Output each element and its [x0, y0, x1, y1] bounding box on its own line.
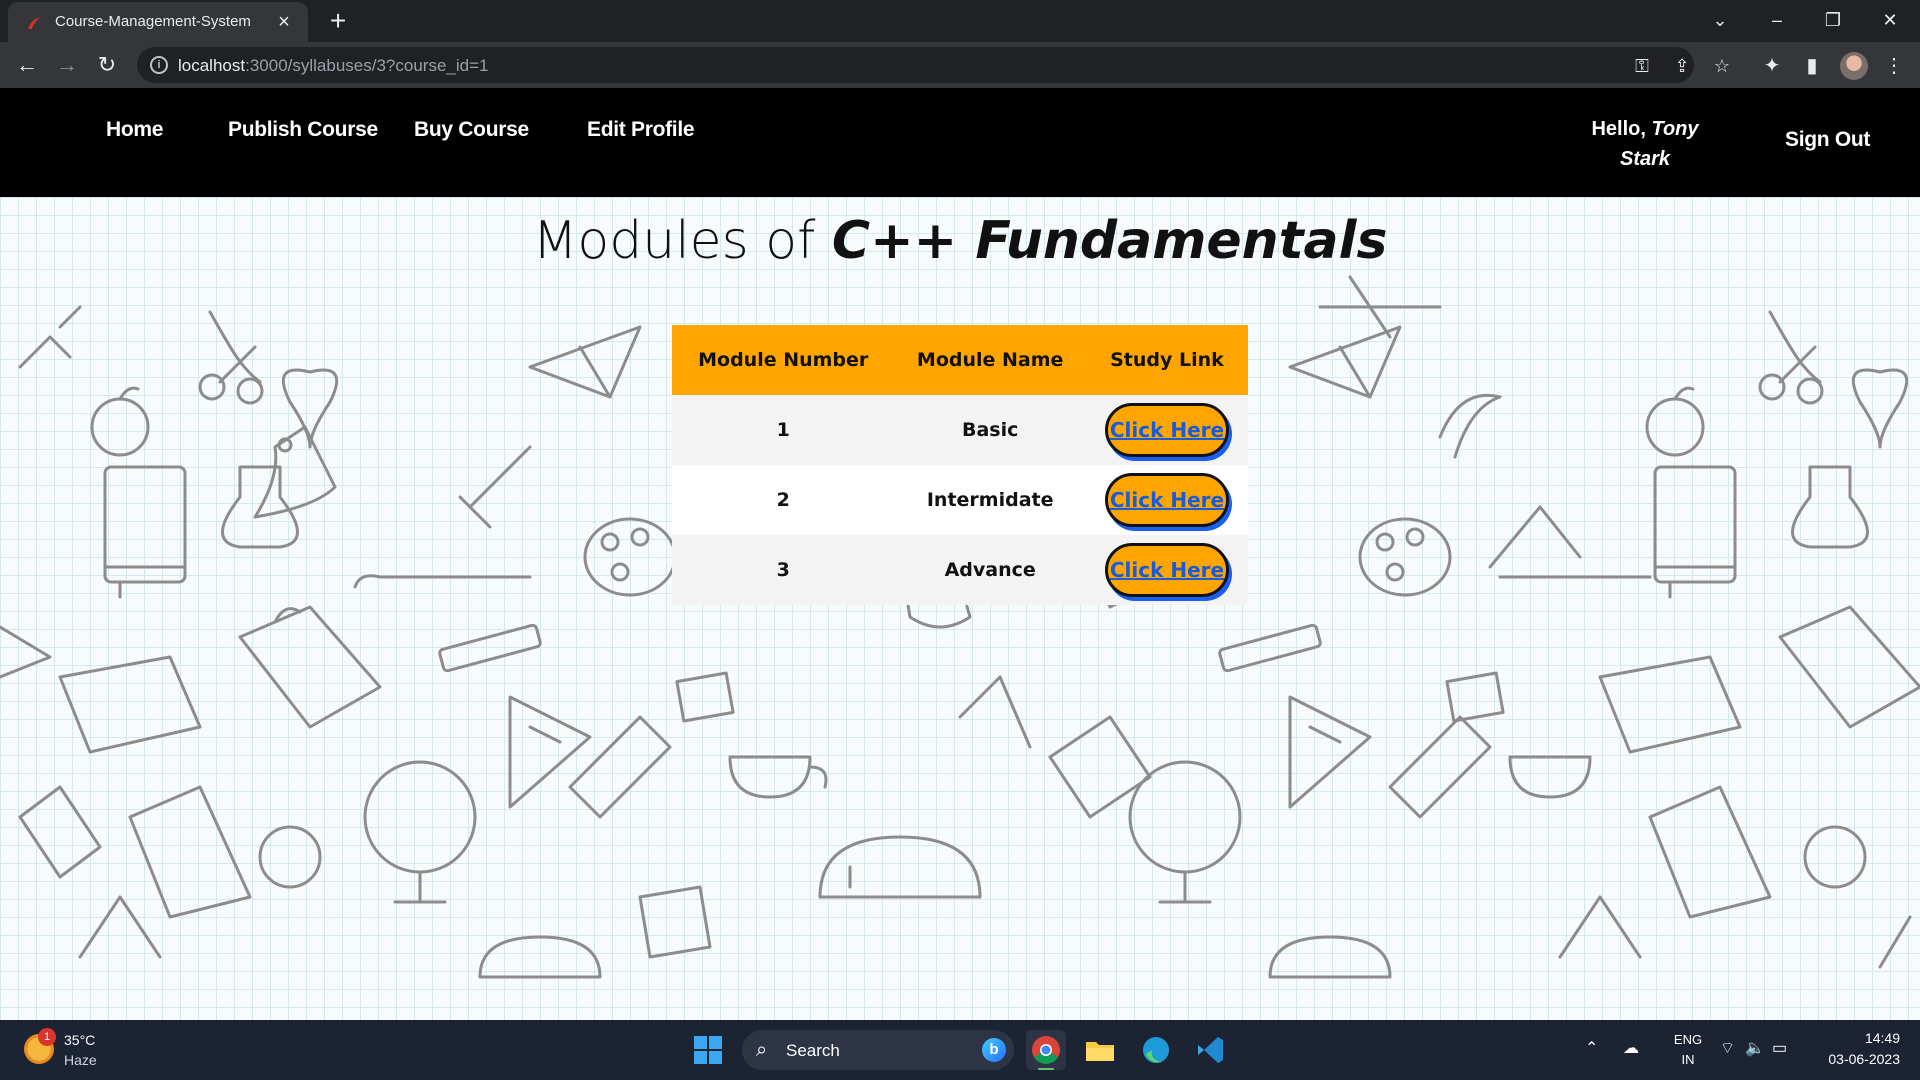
module-name-cell: Intermidate	[894, 465, 1086, 535]
url-text[interactable]: localhost:3000/syllabuses/3?course_id=1	[178, 56, 488, 76]
close-window-button[interactable]: ✕	[1865, 0, 1915, 40]
module-name-cell: Advance	[894, 535, 1086, 605]
bing-icon[interactable]: b	[982, 1038, 1006, 1062]
nav-buy-course-link[interactable]: Buy Course	[414, 118, 529, 142]
sign-out-link[interactable]: Sign Out	[1785, 128, 1870, 152]
school-doodle-background	[0, 275, 1920, 979]
extensions-icon[interactable]: ✦	[1760, 54, 1784, 78]
header-module-number: Module Number	[672, 325, 895, 395]
study-link-cell: Click Here	[1085, 395, 1248, 465]
language-code: ENG	[1673, 1032, 1703, 1047]
bookmark-star-icon[interactable]: ☆	[1711, 55, 1733, 77]
restore-button[interactable]: ❐	[1808, 0, 1858, 40]
onedrive-icon[interactable]: ☁	[1623, 1038, 1639, 1058]
search-label: Search	[786, 1041, 840, 1060]
language-indicator[interactable]: ENG IN	[1668, 1030, 1708, 1070]
reload-icon[interactable]: ↻	[93, 51, 121, 79]
main-content: Modules of C++ Fundamentals Module Numbe…	[0, 197, 1920, 1020]
vscode-icon[interactable]	[1190, 1030, 1230, 1070]
nav-publish-course-link[interactable]: Publish Course	[228, 118, 378, 142]
course-name: C++ Fundamentals	[831, 211, 1388, 271]
rails-favicon-icon	[28, 17, 40, 29]
header-study-link: Study Link	[1085, 325, 1248, 395]
tray-overflow-chevron-icon[interactable]: ⌃	[1585, 1038, 1598, 1058]
side-panel-icon[interactable]: ▮	[1800, 54, 1824, 78]
profile-avatar[interactable]	[1840, 52, 1868, 80]
file-explorer-icon[interactable]	[1080, 1030, 1120, 1070]
site-info-icon[interactable]: i	[150, 56, 168, 74]
browser-tab[interactable]: Course-Management-System ×	[8, 2, 308, 42]
windows-start-icon[interactable]	[694, 1036, 722, 1064]
greeting-prefix: Hello,	[1591, 118, 1646, 140]
title-prefix: Modules of	[532, 211, 816, 271]
wifi-icon[interactable]: ⌔	[1720, 1038, 1735, 1058]
tab-title: Course-Management-System	[55, 13, 251, 30]
new-tab-button[interactable]: +	[323, 6, 353, 36]
click-here-button[interactable]: Click Here	[1104, 473, 1229, 527]
browser-menu-icon[interactable]: ⋮	[1882, 54, 1906, 78]
nav-edit-profile-link[interactable]: Edit Profile	[587, 118, 695, 142]
battery-icon[interactable]: ▭	[1772, 1038, 1787, 1058]
click-here-button[interactable]: Click Here	[1104, 543, 1229, 597]
browser-toolbar: ← → ↻ i localhost:3000/syllabuses/3?cour…	[0, 42, 1920, 88]
study-link-cell: Click Here	[1085, 465, 1248, 535]
clock-date[interactable]: 03-06-2023	[1810, 1051, 1900, 1067]
back-arrow-icon[interactable]: ←	[13, 51, 41, 79]
site-header: Home Publish Course Buy Course Edit Prof…	[0, 88, 1920, 197]
minimize-button[interactable]: –	[1752, 0, 1802, 40]
tab-close-icon[interactable]: ×	[272, 10, 296, 34]
share-icon[interactable]: ⇪	[1671, 55, 1693, 77]
study-link-cell: Click Here	[1085, 535, 1248, 605]
click-here-button[interactable]: Click Here	[1104, 403, 1229, 457]
windows-taskbar: 1 35°C Haze ⌕ Search b ⌃ ☁ ENG IN ⌔ 🔈 ▭ …	[0, 1020, 1920, 1080]
address-bar[interactable]: i localhost:3000/syllabuses/3?course_id=…	[137, 47, 1730, 83]
user-greeting: Hello, Tony Stark	[1580, 114, 1710, 174]
modules-table: Module Number Module Name Study Link 1 B…	[672, 325, 1248, 605]
weather-temperature[interactable]: 35°C	[64, 1032, 95, 1048]
modules-table-container: Module Number Module Name Study Link 1 B…	[672, 325, 1248, 605]
tab-search-chevron-icon[interactable]: ⌄	[1695, 0, 1745, 40]
page-title: Modules of C++ Fundamentals	[0, 211, 1920, 271]
key-icon[interactable]: ⚿	[1631, 55, 1653, 77]
browser-tab-bar: Course-Management-System × + ⌄ – ❐ ✕	[0, 0, 1920, 42]
user-first-name: Tony	[1651, 118, 1699, 140]
module-name-cell: Basic	[894, 395, 1086, 465]
chrome-taskbar-icon[interactable]	[1026, 1030, 1066, 1070]
module-number-cell: 1	[672, 395, 895, 465]
edge-icon[interactable]	[1136, 1030, 1176, 1070]
region-code: IN	[1681, 1052, 1695, 1067]
clock-time[interactable]: 14:49	[1840, 1030, 1900, 1046]
forward-arrow-icon[interactable]: →	[53, 51, 81, 79]
nav-home-link[interactable]: Home	[106, 118, 163, 142]
table-row: 3 Advance Click Here	[672, 535, 1248, 605]
volume-icon[interactable]: 🔈	[1745, 1038, 1765, 1058]
table-header-row: Module Number Module Name Study Link	[672, 325, 1248, 395]
weather-condition[interactable]: Haze	[64, 1052, 97, 1068]
header-module-name: Module Name	[894, 325, 1086, 395]
table-row: 1 Basic Click Here	[672, 395, 1248, 465]
module-number-cell: 2	[672, 465, 895, 535]
user-last-name: Stark	[1619, 148, 1671, 170]
search-icon: ⌕	[756, 1039, 768, 1061]
module-number-cell: 3	[672, 535, 895, 605]
taskbar-search[interactable]: ⌕ Search b	[742, 1030, 1014, 1070]
table-row: 2 Intermidate Click Here	[672, 465, 1248, 535]
chrome-icon	[1032, 1036, 1060, 1070]
weather-notification-badge: 1	[38, 1028, 56, 1046]
